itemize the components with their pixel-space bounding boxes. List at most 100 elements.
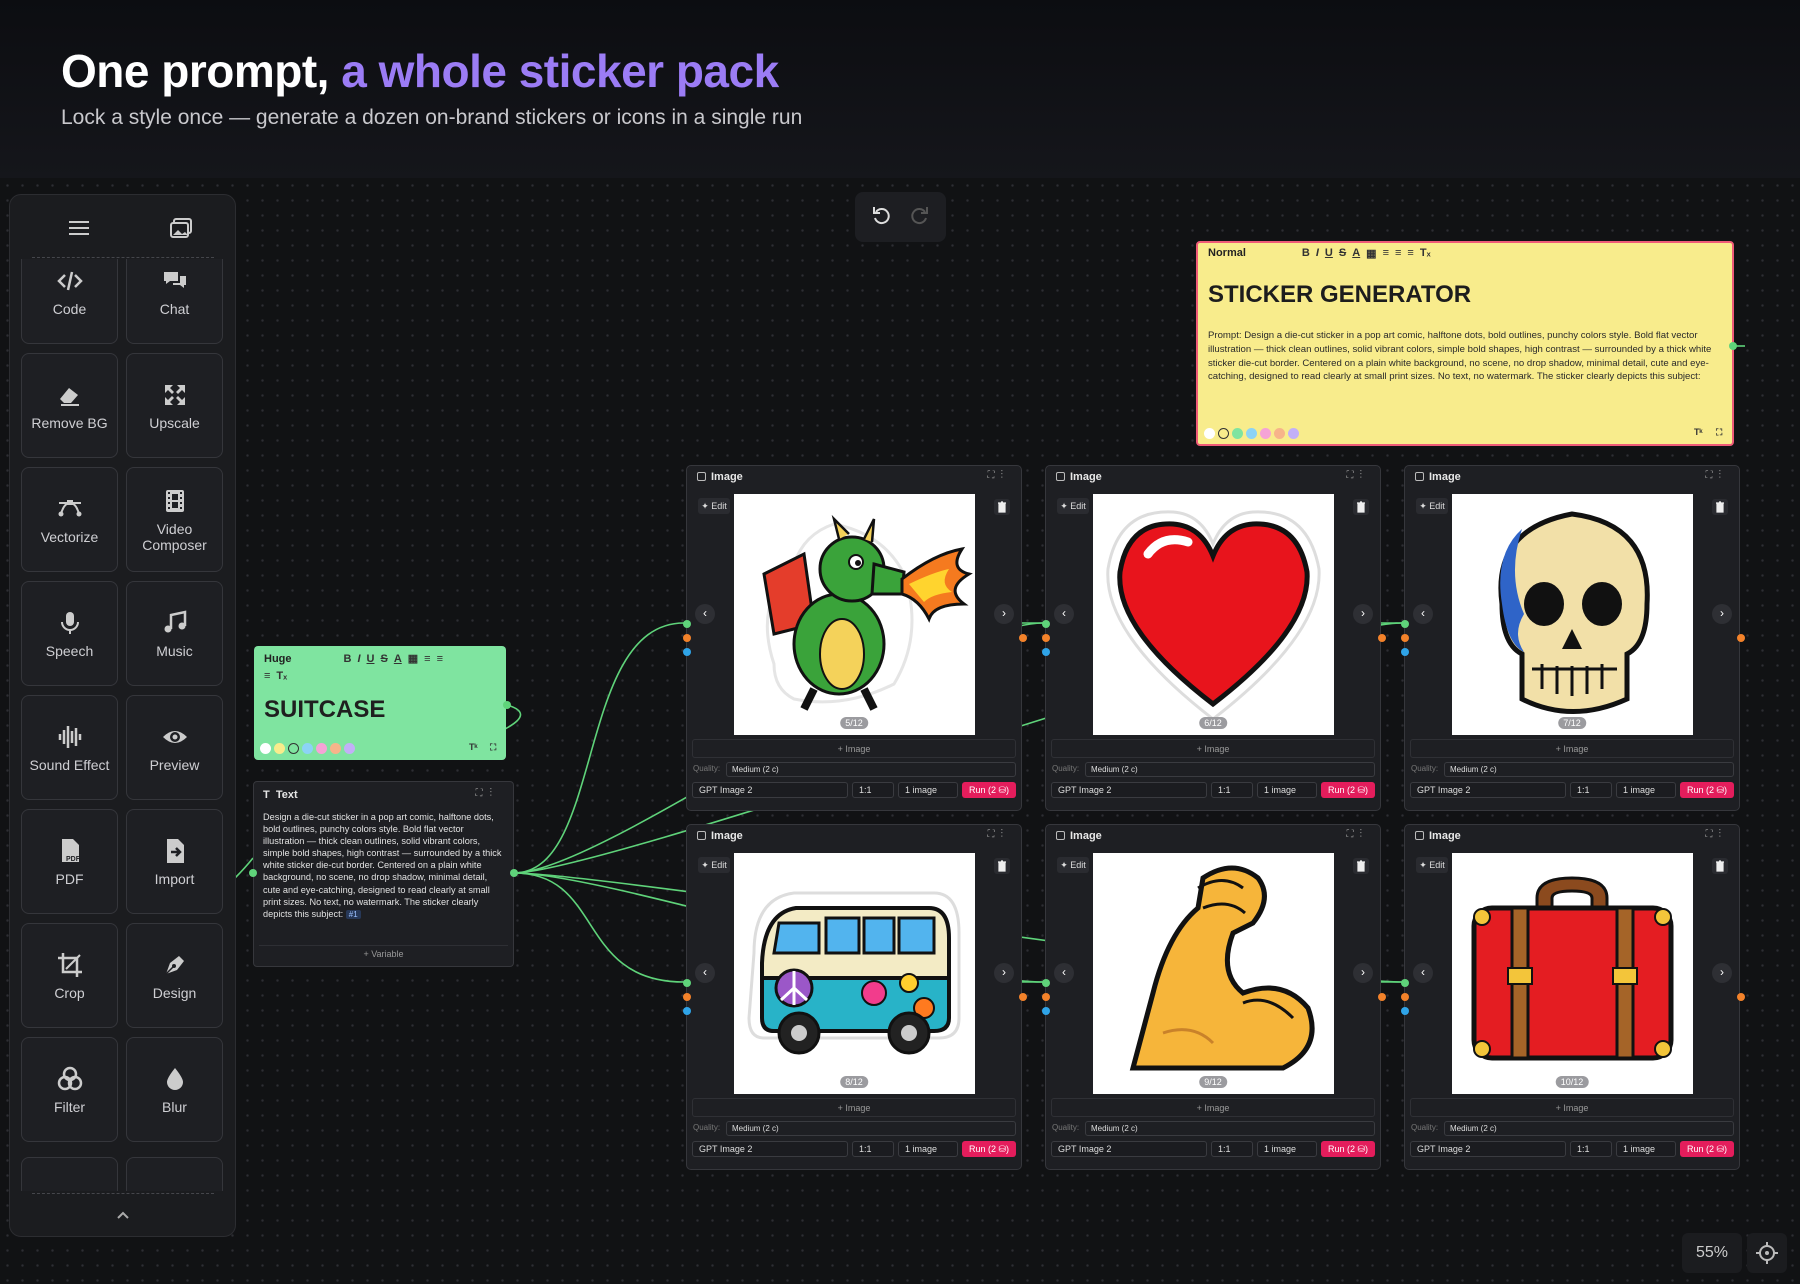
tool-blur[interactable]: Blur [126,1037,223,1142]
underline-icon[interactable]: U [1325,247,1333,259]
trash-icon[interactable] [1712,858,1728,874]
quality-select[interactable]: Medium (2 c) [726,762,1016,777]
input-port[interactable] [1042,634,1050,642]
node-header-actions[interactable]: ⛶⋮ [1347,470,1369,481]
text-prompt-node[interactable]: T Text ⛶⋮ Design a die-cut sticker in a … [253,781,514,967]
next-image-button[interactable]: › [1353,604,1373,624]
input-port[interactable] [683,979,691,987]
chevron-up-icon[interactable] [113,1205,133,1225]
bullet-list-icon[interactable]: ≡ [437,653,443,665]
model-select[interactable]: GPT Image 2 [1051,782,1207,798]
trash-icon[interactable] [994,858,1010,874]
clear-format-icon[interactable]: Tₓ [276,670,287,682]
image-count-select[interactable]: 1 image [1616,1141,1676,1157]
sticky-note-sticker-generator[interactable]: Normal B I U S A ▦ ≡ ≡ ≡ Tₓ STICKER GENE… [1196,241,1734,446]
swatch-blue[interactable] [1246,428,1257,439]
bullet-list-icon[interactable]: ≡ [1395,247,1401,259]
swatch-yellow[interactable] [1218,428,1229,439]
aspect-ratio-select[interactable]: 1:1 [1570,1141,1612,1157]
sticker-image[interactable] [734,853,975,1094]
quality-select[interactable]: Medium (2 c) [1444,1121,1734,1136]
model-select[interactable]: GPT Image 2 [1410,782,1566,798]
input-port[interactable] [1401,620,1409,628]
previous-image-button[interactable]: ‹ [1054,604,1074,624]
underline-icon[interactable]: U [367,653,375,665]
run-button[interactable]: Run (2 ⛁) [962,1141,1016,1157]
connection-port[interactable] [249,869,257,877]
image-node-heart[interactable]: Image ⛶⋮ ✦ Edit ‹ › 6/12 + Image Quality: Mediu… [1042,465,1386,811]
aspect-ratio-select[interactable]: 1:1 [1570,782,1612,798]
aspect-ratio-select[interactable]: 1:1 [852,782,894,798]
edit-button[interactable]: ✦ Edit [698,857,730,873]
edit-button[interactable]: ✦ Edit [1416,498,1448,514]
output-port[interactable] [1019,993,1027,1001]
node-header-actions[interactable]: ⛶⋮ [1706,470,1728,481]
run-button[interactable]: Run (2 ⛁) [1680,782,1734,798]
undo-icon[interactable] [871,204,893,231]
next-image-button[interactable]: › [1353,963,1373,983]
input-port[interactable] [1401,634,1409,642]
previous-image-button[interactable]: ‹ [1413,604,1433,624]
input-port[interactable] [1401,1007,1409,1015]
tool-partial[interactable] [126,1157,223,1191]
swatch-pink[interactable] [1260,428,1271,439]
input-port[interactable] [1042,648,1050,656]
model-select[interactable]: GPT Image 2 [692,782,848,798]
previous-image-button[interactable]: ‹ [695,604,715,624]
image-node-skull[interactable]: Image ⛶⋮ ✦ Edit ‹ › 7/12 + Image Quality: Mediu… [1401,465,1745,811]
sticker-image[interactable] [1452,494,1693,735]
add-image-button[interactable]: + Image [1410,1098,1734,1117]
input-port[interactable] [683,1007,691,1015]
swatch-green[interactable] [1232,428,1243,439]
add-image-button[interactable]: + Image [1410,739,1734,758]
output-port[interactable] [1378,634,1386,642]
tool-sound-effect[interactable]: Sound Effect [21,695,118,800]
text-color-icon[interactable]: A [1352,247,1360,259]
input-port[interactable] [1042,979,1050,987]
swatch-white[interactable] [260,743,271,754]
add-image-button[interactable]: + Image [1051,1098,1375,1117]
node-header-actions[interactable]: ⛶⋮ [476,788,500,799]
note-title[interactable]: STICKER GENERATOR [1208,281,1471,309]
image-node-suitcase[interactable]: Image ⛶⋮ ✦ Edit ‹ › 10/12 + Image Quality: Medi… [1401,824,1745,1170]
output-port[interactable] [1019,634,1027,642]
node-header-actions[interactable]: ⛶⋮ [1706,829,1728,840]
connection-port[interactable] [1729,342,1737,350]
previous-image-button[interactable]: ‹ [695,963,715,983]
tool-video-composer[interactable]: Video Composer [126,467,223,572]
add-image-button[interactable]: + Image [692,739,1016,758]
image-count-select[interactable]: 1 image [898,782,958,798]
highlight-icon[interactable]: ▦ [1366,247,1376,260]
font-size-icon[interactable]: Tᵏ [469,742,478,752]
swatch-purple[interactable] [344,743,355,754]
swatch-pink[interactable] [316,743,327,754]
tool-import[interactable]: Import [126,809,223,914]
variable-chip[interactable]: #1 [345,909,361,919]
input-port[interactable] [683,648,691,656]
sticker-image[interactable] [1093,853,1334,1094]
input-port[interactable] [1401,993,1409,1001]
edit-button[interactable]: ✦ Edit [1416,857,1448,873]
swatch-blue[interactable] [302,743,313,754]
swatch-yellow[interactable] [274,743,285,754]
bold-icon[interactable]: B [1302,247,1310,259]
input-port[interactable] [1042,993,1050,1001]
italic-icon[interactable]: I [357,653,360,665]
trash-icon[interactable] [994,499,1010,515]
connection-port[interactable] [510,869,518,877]
output-port[interactable] [1378,993,1386,1001]
italic-icon[interactable]: I [1316,247,1319,259]
tool-crop[interactable]: Crop [21,923,118,1028]
run-button[interactable]: Run (2 ⛁) [1680,1141,1734,1157]
add-image-button[interactable]: + Image [692,1098,1016,1117]
node-canvas[interactable]: Code Chat Remove BG Upscale Vectorize Video C… [0,178,1800,1284]
ordered-list-icon[interactable]: ≡ [1383,247,1389,259]
aspect-ratio-select[interactable]: 1:1 [1211,1141,1253,1157]
expand-icon[interactable]: ⛶ [1716,427,1722,438]
zoom-level[interactable]: 55% [1682,1233,1742,1273]
edit-button[interactable]: ✦ Edit [1057,857,1089,873]
tool-upscale[interactable]: Upscale [126,353,223,458]
quality-select[interactable]: Medium (2 c) [1085,1121,1375,1136]
tool-design[interactable]: Design [126,923,223,1028]
note-body[interactable]: Prompt: Design a die-cut sticker in a po… [1208,329,1723,384]
